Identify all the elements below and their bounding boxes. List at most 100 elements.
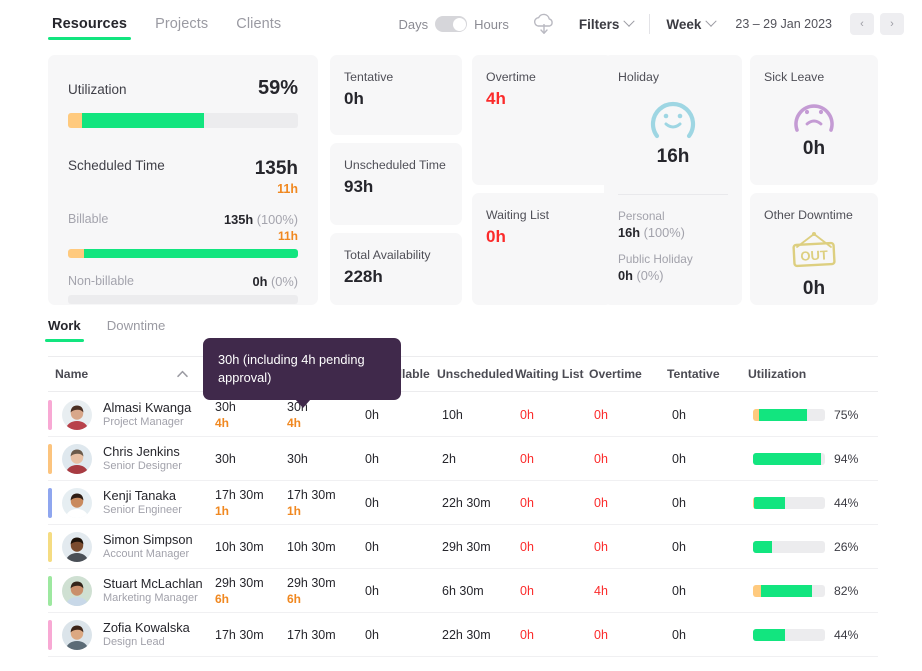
cell-billable: 29h 30m6h xyxy=(287,576,365,606)
row-person-name: Zofia Kowalska xyxy=(103,621,215,635)
table-row[interactable]: Kenji Tanaka Senior Engineer 17h 30m1h 1… xyxy=(48,481,878,525)
utilization-row-percent: 44% xyxy=(834,628,858,642)
cell-pending-value: 6h xyxy=(215,592,287,606)
cell-tentative: 0h xyxy=(672,628,753,642)
nav-tab-projects[interactable]: Projects xyxy=(155,0,208,48)
tab-downtime[interactable]: Downtime xyxy=(107,318,166,342)
non-billable-row: Non-billable 0h (0%) xyxy=(68,274,298,289)
sick-leave-card: Sick Leave 0h xyxy=(750,55,878,185)
utilization-row-bar-amber xyxy=(753,585,761,597)
table-row[interactable]: Simon Simpson Account Manager 10h 30m 10… xyxy=(48,525,878,569)
cell-utilization: 44% xyxy=(753,496,858,510)
filters-dropdown[interactable]: Filters xyxy=(579,14,651,34)
cell-non-billable: 0h xyxy=(365,496,442,510)
row-person-role: Senior Designer xyxy=(103,460,215,473)
nav-tab-resources[interactable]: Resources xyxy=(52,0,127,48)
total-availability-value: 228h xyxy=(344,267,448,287)
scheduled-time-value: 135h xyxy=(255,158,298,180)
table-row[interactable]: Chris Jenkins Senior Designer 30h 30h 0h… xyxy=(48,437,878,481)
utilization-row-percent: 26% xyxy=(834,540,858,554)
column-header-overtime[interactable]: Overtime xyxy=(589,367,667,381)
period-dropdown[interactable]: Week xyxy=(666,17,715,32)
resource-dashboard: Resources Projects Clients Days Hours Fi… xyxy=(0,0,922,671)
row-name-block: Chris Jenkins Senior Designer xyxy=(103,445,215,473)
overtime-value: 4h xyxy=(486,89,598,109)
cell-utilization: 26% xyxy=(753,540,858,554)
utilization-row-percent: 75% xyxy=(834,408,858,422)
prev-week-button[interactable]: ‹ xyxy=(850,13,874,35)
scheduled-time-header: Scheduled Time 135h 11h xyxy=(68,158,298,196)
utilization-row-bar xyxy=(753,453,825,465)
holiday-value: 16h xyxy=(618,146,728,168)
billable-bar-amber xyxy=(68,249,84,258)
chevron-down-icon xyxy=(706,16,717,27)
top-bar-controls: Days Hours Filters Week 23 – 29 Jan 202 xyxy=(399,0,922,48)
row-accent-bar xyxy=(48,532,52,562)
row-name-block: Stuart McLachlan Marketing Manager xyxy=(103,577,215,605)
tab-downtime-label: Downtime xyxy=(107,318,166,333)
avatar xyxy=(62,444,92,474)
cell-overtime: 0h xyxy=(594,628,672,642)
billable-bar-green xyxy=(84,249,298,258)
other-downtime-value: 0h xyxy=(764,278,864,300)
utilization-percent: 59% xyxy=(258,77,298,100)
row-person-role: Design Lead xyxy=(103,636,215,649)
holiday-personal-label: Personal xyxy=(618,209,728,223)
top-navigation-bar: Resources Projects Clients Days Hours Fi… xyxy=(0,0,922,48)
column-header-waiting-list[interactable]: Waiting List xyxy=(515,367,589,381)
scheduled-time-values: 135h 11h xyxy=(255,158,298,196)
column-header-name[interactable]: Name xyxy=(55,367,210,381)
tentative-label: Tentative xyxy=(344,70,448,84)
tab-work-label: Work xyxy=(48,318,81,333)
table-row[interactable]: Stuart McLachlan Marketing Manager 29h 3… xyxy=(48,569,878,613)
row-accent-bar xyxy=(48,620,52,650)
row-person-role: Senior Engineer xyxy=(103,504,215,517)
cell-billable: 10h 30m xyxy=(287,540,365,554)
days-hours-toggle-group[interactable]: Days Hours xyxy=(399,16,509,32)
cell-non-billable: 0h xyxy=(365,584,442,598)
utilization-header: Utilization 59% xyxy=(68,77,298,100)
cell-utilization: 44% xyxy=(753,628,858,642)
out-sign-text: OUT xyxy=(800,247,828,263)
billable-values: 135h (100%) 11h xyxy=(224,212,298,243)
holiday-card: Holiday 16h Personal 16h (100%) Public H… xyxy=(604,55,742,305)
nav-tab-clients[interactable]: Clients xyxy=(236,0,281,48)
row-person-name: Almasi Kwanga xyxy=(103,401,215,415)
days-hours-toggle[interactable] xyxy=(435,16,467,32)
cell-overtime: 0h xyxy=(594,496,672,510)
row-person-role: Marketing Manager xyxy=(103,592,215,605)
cell-scheduled: 29h 30m6h xyxy=(215,576,287,606)
tab-work[interactable]: Work xyxy=(48,318,81,342)
non-billable-label: Non-billable xyxy=(68,274,134,288)
cell-utilization: 82% xyxy=(753,584,858,598)
total-availability-label: Total Availability xyxy=(344,248,448,262)
column-header-name-label: Name xyxy=(55,367,88,381)
table-row[interactable]: Almasi Kwanga Project Manager 30h4h 30h4… xyxy=(48,393,878,437)
avatar xyxy=(62,400,92,430)
row-person-name: Stuart McLachlan xyxy=(103,577,215,591)
cloud-download-icon[interactable] xyxy=(531,12,557,36)
utilization-row-bar xyxy=(753,541,825,553)
next-week-button[interactable]: › xyxy=(880,13,904,35)
column-header-unscheduled[interactable]: Unscheduled xyxy=(437,367,515,381)
utilization-row-bar-green xyxy=(759,409,807,421)
holiday-public-percent: (0%) xyxy=(637,268,664,283)
row-accent-bar xyxy=(48,400,52,430)
row-name-block: Kenji Tanaka Senior Engineer xyxy=(103,489,215,517)
cell-waiting-list: 0h xyxy=(520,540,594,554)
utilization-row-bar-green xyxy=(753,541,772,553)
table-row[interactable]: Zofia Kowalska Design Lead 17h 30m 17h 3… xyxy=(48,613,878,657)
cell-waiting-list: 0h xyxy=(520,452,594,466)
utilization-row-bar xyxy=(753,585,825,597)
table-body: Almasi Kwanga Project Manager 30h4h 30h4… xyxy=(48,393,878,657)
row-person-name: Simon Simpson xyxy=(103,533,215,547)
waiting-list-card: Waiting List 0h xyxy=(472,193,612,305)
column-header-tentative[interactable]: Tentative xyxy=(667,367,748,381)
holiday-personal-percent: (100%) xyxy=(644,225,685,240)
holiday-public-value: 0h (0%) xyxy=(618,268,728,283)
scheduled-tooltip-text: 30h (including 4h pending approval) xyxy=(218,351,386,387)
avatar xyxy=(62,532,92,562)
column-header-utilization[interactable]: Utilization xyxy=(748,367,806,381)
sick-leave-value: 0h xyxy=(764,138,864,160)
cell-tentative: 0h xyxy=(672,408,753,422)
